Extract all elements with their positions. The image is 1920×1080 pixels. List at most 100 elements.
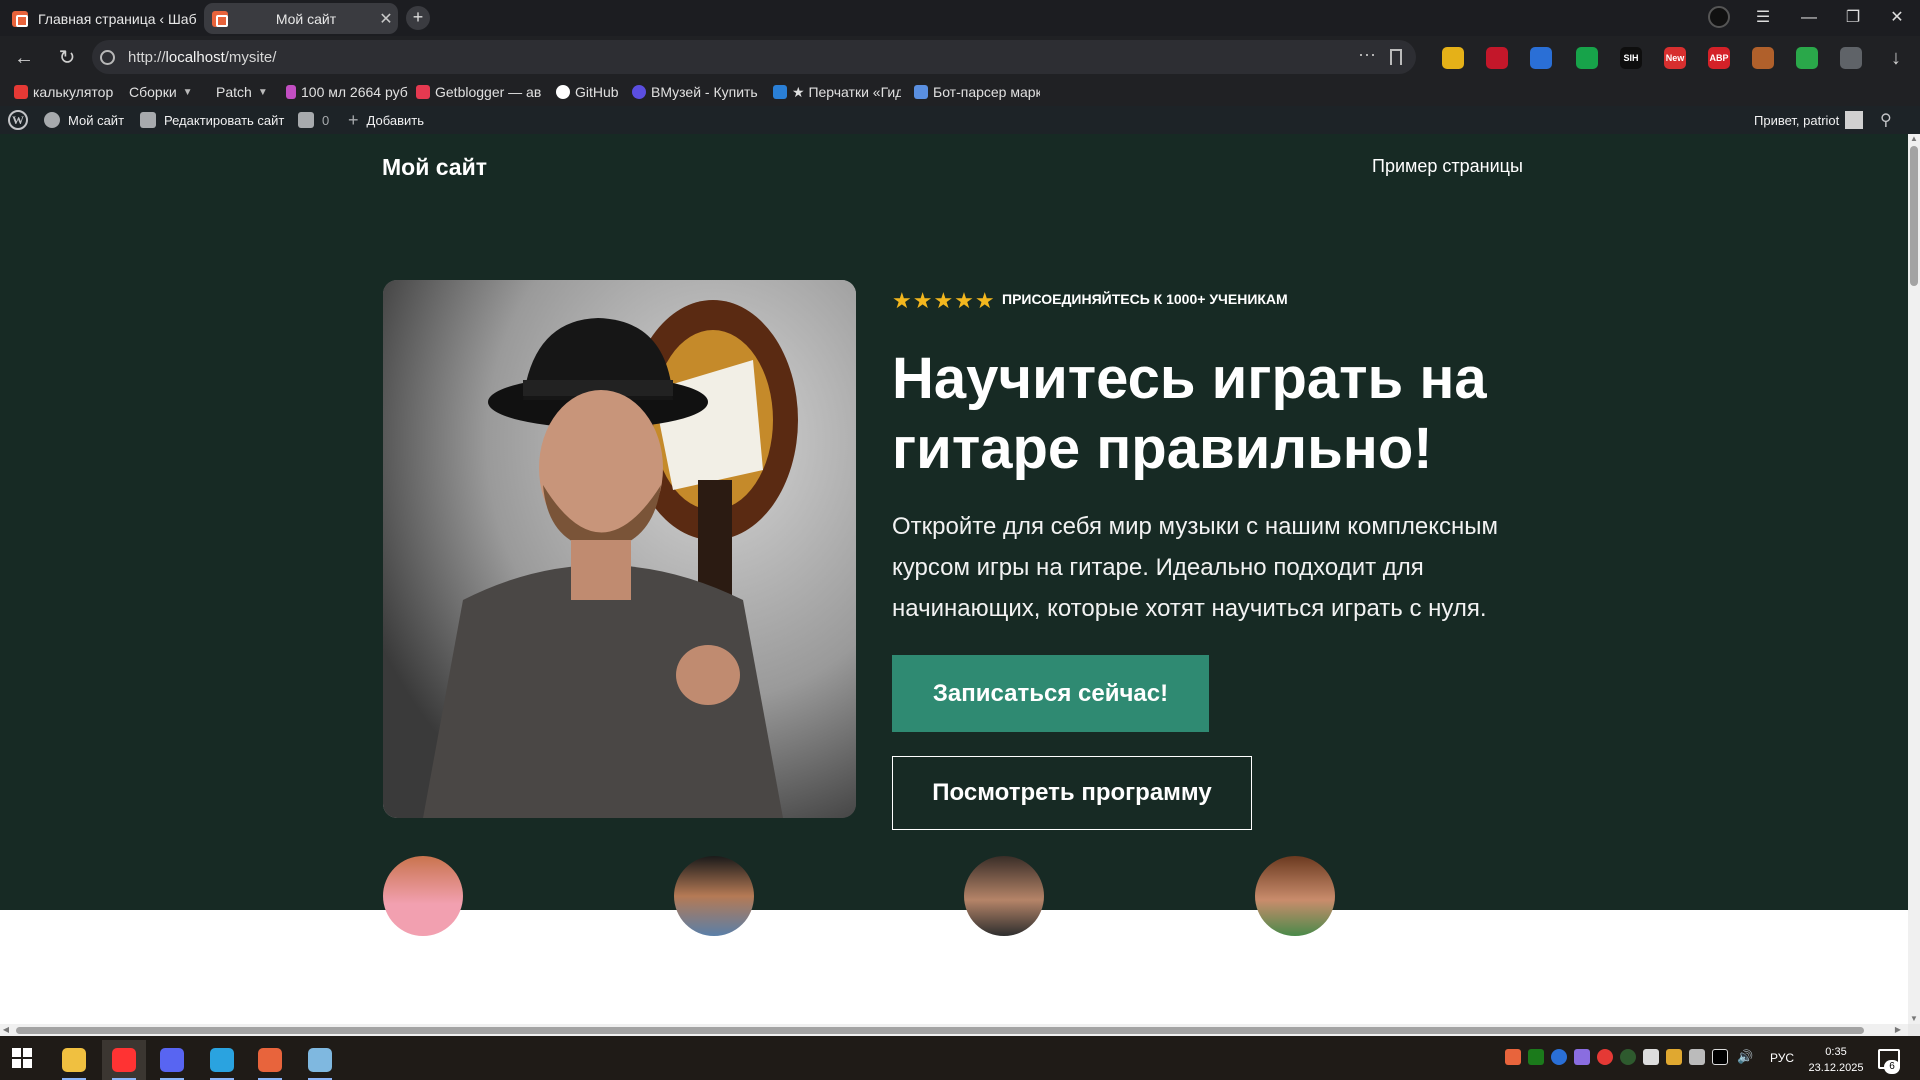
more-options-icon[interactable]: ⋯ — [1358, 45, 1377, 66]
adblock-extension-icon[interactable]: ABP — [1708, 47, 1730, 69]
bookmark-item[interactable]: 100 мл 2664 руб — [286, 82, 408, 102]
page-viewport: Мой сайт Пример страницы ★★★★★ ПРИСОЕДИН… — [0, 134, 1908, 1024]
xampp-taskbar-icon[interactable] — [248, 1040, 292, 1080]
new-extension-icon[interactable]: New — [1664, 47, 1686, 69]
hero-guitarist-photo — [383, 280, 856, 818]
enroll-now-button[interactable]: Записаться сейчас! — [892, 655, 1209, 732]
sih-extension-icon[interactable]: SIH — [1620, 47, 1642, 69]
scroll-thumb[interactable] — [16, 1027, 1864, 1034]
volume-icon[interactable]: 🔊 — [1737, 1049, 1753, 1065]
github-bookmark-icon — [556, 85, 570, 99]
bookmark-item[interactable]: калькулятор — [14, 82, 113, 102]
bookmark-item[interactable]: ВМузей - Купить — [632, 82, 760, 102]
bookmarks-bar: калькулятор Сборки ▼ Patch ▼ 100 мл 2664 р… — [0, 78, 1920, 104]
grid-tray-icon[interactable] — [1666, 1049, 1682, 1065]
wordpress-icon: W — [8, 110, 28, 130]
view-program-button[interactable]: Посмотреть программу — [892, 756, 1252, 830]
bluetooth-tray-icon[interactable] — [1551, 1049, 1567, 1065]
wa-extension-icon[interactable] — [1576, 47, 1598, 69]
bookmark-item[interactable]: GitHub — [556, 82, 619, 102]
telegram-tray-icon[interactable] — [1643, 1049, 1659, 1065]
bookmark-folder[interactable]: Patch ▼ — [216, 82, 268, 102]
testimonials-section — [0, 910, 1908, 1024]
bookmark-folder[interactable]: Сборки ▼ — [129, 82, 193, 102]
profile-avatar-icon[interactable] — [1708, 6, 1730, 28]
new-tab-button[interactable]: + — [406, 6, 430, 30]
collections-extension-icon[interactable] — [1840, 47, 1862, 69]
close-tab-icon[interactable]: ✕ — [374, 9, 398, 29]
horizontal-scrollbar[interactable]: ◀ ▶ — [0, 1024, 1908, 1036]
site-title[interactable]: Мой сайт — [382, 154, 487, 181]
bookmark-item[interactable]: ★ Перчатки «Гид — [773, 82, 901, 102]
language-indicator[interactable]: РУС — [1770, 1051, 1794, 1065]
close-window-button[interactable]: ✕ — [1882, 6, 1912, 30]
browser-tab-active[interactable]: Мой сайт ✕ — [204, 3, 398, 34]
network-tray-icon[interactable] — [1689, 1049, 1705, 1065]
yandex-bookmark-icon — [14, 85, 28, 99]
wp-search-button[interactable]: ⚲ — [1880, 106, 1892, 134]
scroll-left-icon[interactable]: ◀ — [0, 1024, 12, 1036]
getblogger-bookmark-icon — [416, 85, 430, 99]
yandex-browser-taskbar-icon[interactable] — [102, 1040, 146, 1080]
chevron-down-icon: ▼ — [182, 86, 193, 98]
brush-icon — [140, 112, 156, 128]
file-explorer-taskbar-icon[interactable] — [52, 1040, 96, 1080]
address-url[interactable]: http://localhost/mysite/ — [128, 49, 276, 66]
cookie-extension-icon[interactable] — [1752, 47, 1774, 69]
yandex-coin-extension-icon[interactable] — [1442, 47, 1464, 69]
notepad-taskbar-icon[interactable] — [298, 1040, 342, 1080]
windows-start-icon[interactable] — [12, 1048, 32, 1068]
avatar — [1845, 111, 1864, 129]
chevron-down-icon: ▼ — [257, 86, 268, 98]
xampp-tray-icon[interactable] — [1505, 1049, 1521, 1065]
discord-taskbar-icon[interactable] — [150, 1040, 194, 1080]
dashboard-icon — [44, 112, 60, 128]
bookmark-item[interactable]: Бот-парсер марк — [914, 82, 1040, 102]
scroll-right-icon[interactable]: ▶ — [1892, 1024, 1904, 1036]
nvidia-tray-icon[interactable] — [1528, 1049, 1544, 1065]
restore-window-button[interactable]: ❐ — [1838, 6, 1868, 30]
xampp-favicon-icon — [212, 10, 228, 27]
xampp-favicon-icon — [12, 10, 28, 27]
record-extension-icon[interactable] — [1486, 47, 1508, 69]
scroll-up-icon[interactable]: ▲ — [1908, 134, 1920, 144]
address-bar[interactable]: http://localhost/mysite/ ⋯ — [92, 40, 1416, 74]
feather-tray-icon[interactable] — [1574, 1049, 1590, 1065]
wp-edit-site[interactable]: Редактировать сайт — [140, 106, 284, 134]
wp-add-new[interactable]: + Добавить — [348, 106, 424, 134]
minimize-window-button[interactable]: — — [1794, 6, 1824, 30]
avatar — [964, 856, 1044, 936]
discord-glyph-icon — [160, 1048, 184, 1072]
bookmark-icon[interactable] — [1390, 49, 1402, 65]
shield-extension-icon[interactable] — [1796, 47, 1818, 69]
yandex-tray-icon[interactable] — [1597, 1049, 1613, 1065]
hero-section: Мой сайт Пример страницы ★★★★★ ПРИСОЕДИН… — [0, 134, 1908, 910]
back-button[interactable]: ← — [10, 44, 38, 72]
browser-tab-strip: Главная страница ‹ Шабл Мой сайт ✕ + ☰ —… — [0, 0, 1920, 36]
vertical-scrollbar[interactable]: ▲ ▼ — [1908, 134, 1920, 1024]
scroll-thumb[interactable] — [1910, 146, 1918, 286]
scroll-corner — [1908, 1024, 1920, 1036]
browser-menu-icon[interactable]: ☰ — [1748, 6, 1778, 30]
shield-tray-icon[interactable] — [1620, 1049, 1636, 1065]
wp-comments[interactable]: 0 — [298, 106, 329, 134]
wp-account-menu[interactable]: Привет, patriot — [1754, 106, 1864, 134]
notification-count-badge: 6 — [1884, 1060, 1900, 1074]
taskbar-clock[interactable]: 0:35 23.12.2025 — [1806, 1044, 1866, 1076]
wp-site-name[interactable]: Мой сайт — [44, 106, 124, 134]
tab-title: Главная страница ‹ Шабл — [38, 10, 196, 27]
wordpress-logo-button[interactable]: W — [8, 106, 36, 134]
translate-extension-icon[interactable] — [1530, 47, 1552, 69]
nav-link-sample-page[interactable]: Пример страницы — [1372, 156, 1523, 177]
students-badge: ПРИСОЕДИНЯЙТЕСЬ К 1000+ УЧЕНИКАМ — [1002, 291, 1288, 307]
browser-tab[interactable]: Главная страница ‹ Шабл — [6, 3, 196, 34]
hero-headline: Научитесь играть на гитаре правильно! — [892, 346, 1487, 481]
downloads-icon[interactable]: ↓ — [1882, 44, 1910, 72]
telegram-taskbar-icon[interactable] — [200, 1040, 244, 1080]
bookmark-item[interactable]: Getblogger — авт — [416, 82, 541, 102]
telegram-glyph-icon — [210, 1048, 234, 1072]
reload-button[interactable]: ↻ — [53, 44, 81, 72]
terminal-tray-icon[interactable] — [1712, 1049, 1728, 1065]
file-explorer-glyph-icon — [62, 1048, 86, 1072]
scroll-down-icon[interactable]: ▼ — [1908, 1014, 1920, 1024]
